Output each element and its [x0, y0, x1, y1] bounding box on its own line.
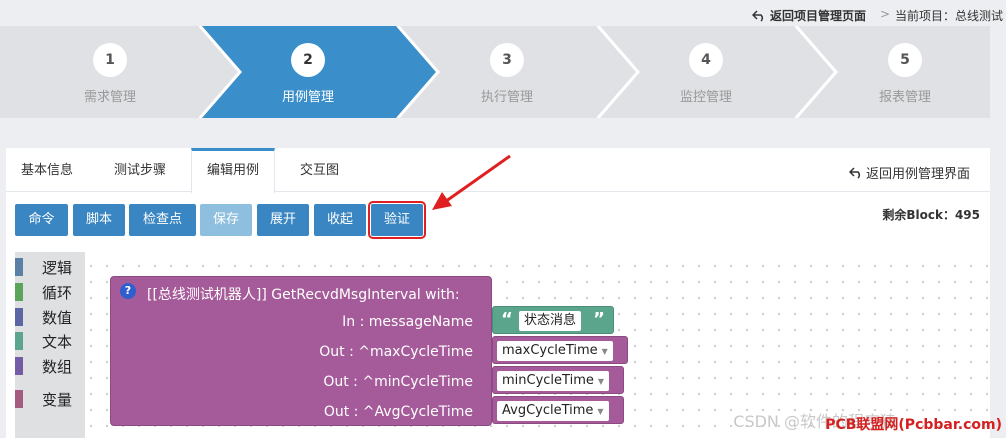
step-label: 监控管理: [679, 90, 732, 105]
step-2[interactable]: 2 用例管理: [208, 26, 408, 118]
variable-block[interactable]: maxCycleTime ▼: [492, 336, 628, 364]
category-label: 循环: [42, 283, 73, 302]
variable-block[interactable]: AvgCycleTime ▼: [492, 396, 624, 424]
script-button[interactable]: 脚本: [73, 204, 125, 236]
text-value-block[interactable]: “ 状态消息 ”: [492, 306, 614, 334]
category-label: 变量: [42, 390, 73, 409]
variable-name: minCycleTime: [502, 373, 594, 388]
toolbox-category-variable[interactable]: 变量: [15, 389, 85, 409]
param-label: Out : ^AvgCycleTime: [323, 404, 473, 420]
step-number: 4: [689, 43, 723, 77]
variable-dropdown[interactable]: minCycleTime ▼: [497, 371, 610, 391]
breadcrumb-separator: >: [880, 7, 891, 21]
category-label: 数组: [42, 357, 73, 376]
close-quote-icon: ”: [593, 309, 605, 330]
block-header: [[总线测试机器人]] GetRecvdMsgInterval with:: [147, 287, 460, 303]
param-label: Out : ^minCycleTime: [323, 374, 473, 390]
variable-name: AvgCycleTime: [502, 403, 594, 418]
dropdown-arrow-icon: ▼: [597, 407, 604, 416]
toolbox-category-logic[interactable]: 逻辑: [15, 257, 85, 277]
category-color: [15, 390, 23, 408]
function-call-block[interactable]: ? [[总线测试机器人]] GetRecvdMsgInterval with: …: [110, 276, 492, 426]
step-label: 报表管理: [878, 90, 931, 105]
step-label: 执行管理: [480, 90, 533, 105]
tab-edit-case[interactable]: 编辑用例: [191, 148, 276, 193]
verify-button[interactable]: 验证: [368, 201, 426, 239]
step-number: 2: [291, 43, 325, 77]
step-wizard: 1 需求管理 2 用例管理 3 执行管理 4 监控管理 5 报表管理: [0, 26, 1006, 118]
step-label: 需求管理: [83, 90, 136, 105]
category-label: 文本: [42, 332, 73, 351]
back-icon: [752, 9, 764, 22]
tab-interaction-diagram[interactable]: 交互图: [300, 148, 339, 192]
current-project: 当前项目：总线测试: [895, 9, 1004, 23]
expand-button[interactable]: 展开: [257, 204, 309, 236]
category-color: [15, 283, 23, 301]
toolbox-category-loop[interactable]: 循环: [15, 282, 85, 302]
param-label: Out : ^maxCycleTime: [319, 344, 473, 360]
text-value[interactable]: 状态消息: [519, 311, 582, 331]
remaining-block-count: 剩余Block：495: [882, 208, 980, 222]
watermark: PCB联盟网(Pcbbar.com): [825, 417, 1002, 433]
step-label: 用例管理: [281, 90, 334, 105]
category-color: [15, 258, 23, 276]
tab-test-steps[interactable]: 测试步骤: [114, 148, 166, 192]
back-to-project-link[interactable]: 返回项目管理页面: [752, 7, 866, 24]
toolbox-category-math[interactable]: 数值: [15, 307, 85, 327]
back-to-project-label: 返回项目管理页面: [770, 9, 867, 23]
category-label: 逻辑: [42, 258, 73, 277]
back-icon: [848, 166, 861, 179]
step-number: 3: [490, 43, 524, 77]
step-number: 1: [93, 43, 127, 77]
step-5[interactable]: 5 报表管理: [805, 26, 1005, 118]
block-toolbox: 逻辑 循环 数值 文本 数组 变量: [15, 252, 85, 438]
param-label: In : messageName: [342, 314, 473, 330]
step-number: 5: [888, 43, 922, 77]
variable-dropdown[interactable]: AvgCycleTime ▼: [497, 401, 609, 421]
tab-basic-info[interactable]: 基本信息: [21, 148, 73, 192]
category-color: [15, 357, 23, 375]
annotation-arrow: [432, 154, 511, 210]
collapse-button[interactable]: 收起: [314, 204, 366, 236]
open-quote-icon: “: [501, 309, 513, 330]
variable-name: maxCycleTime: [502, 343, 598, 358]
dropdown-arrow-icon: ▼: [601, 347, 608, 356]
back-to-case-list-label: 返回用例管理界面: [865, 167, 970, 182]
step-1[interactable]: 1 需求管理: [10, 26, 210, 118]
save-button[interactable]: 保存: [200, 204, 252, 236]
category-label: 数值: [42, 308, 73, 327]
variable-dropdown[interactable]: maxCycleTime ▼: [497, 341, 613, 361]
top-bar: 返回项目管理页面 > 当前项目：总线测试: [0, 0, 1006, 28]
help-icon[interactable]: ?: [120, 283, 136, 299]
toolbox-category-text[interactable]: 文本: [15, 331, 85, 351]
category-color: [15, 332, 23, 350]
command-button[interactable]: 命令: [15, 204, 68, 236]
checkpoint-button[interactable]: 检查点: [129, 204, 196, 236]
dropdown-arrow-icon: ▼: [597, 377, 605, 386]
step-4[interactable]: 4 监控管理: [606, 26, 806, 118]
step-3[interactable]: 3 执行管理: [407, 26, 607, 118]
back-to-case-list-link[interactable]: 返回用例管理界面: [848, 163, 970, 182]
toolbox-category-list[interactable]: 数组: [15, 356, 85, 376]
category-color: [15, 308, 23, 326]
variable-block[interactable]: minCycleTime ▼: [492, 366, 624, 394]
